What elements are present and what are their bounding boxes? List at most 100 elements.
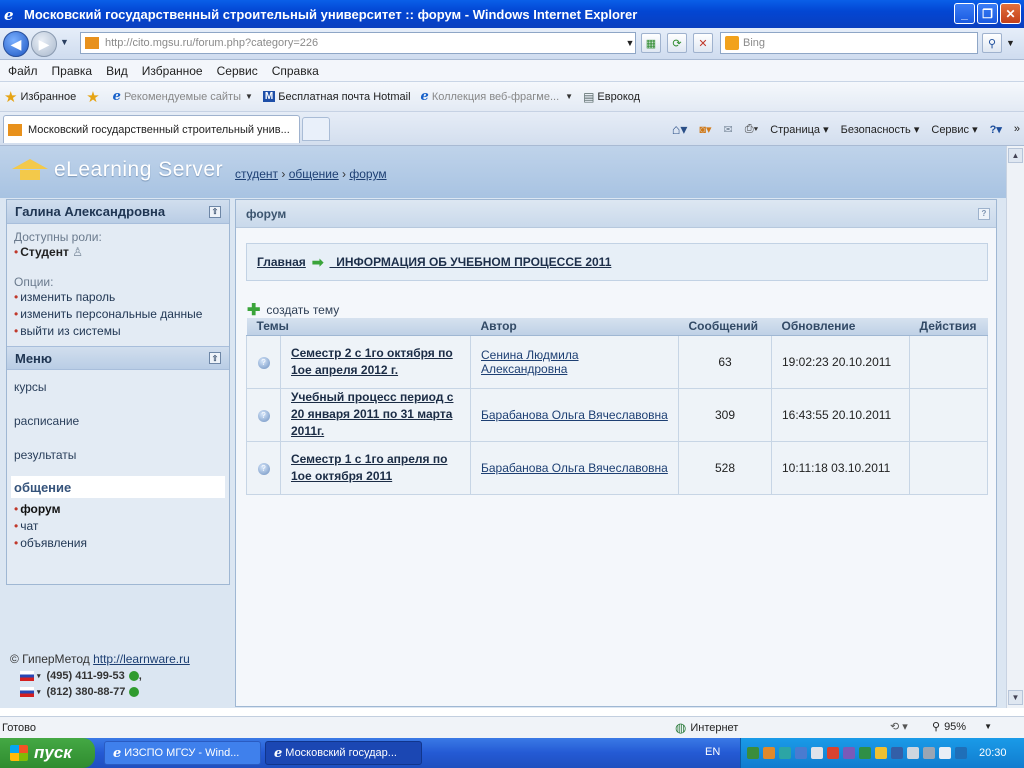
tray-app-icon[interactable] [747, 747, 759, 759]
author-link[interactable]: Барабанова Ольга Вячеславовна [481, 461, 668, 475]
column-topics[interactable]: Темы [246, 318, 471, 336]
compat-view-icon[interactable]: ▦ [641, 33, 661, 53]
site-logo[interactable]: eLearning Server [12, 158, 223, 182]
column-messages[interactable]: Сообщений [678, 318, 772, 336]
tray-app-icon[interactable] [891, 747, 903, 759]
scroll-up-icon[interactable]: ▲ [1008, 148, 1023, 163]
tray-app-icon[interactable] [907, 747, 919, 759]
forward-button[interactable]: ▶ [31, 31, 57, 57]
breadcrumb-communication[interactable]: общение [289, 167, 339, 181]
home-icon[interactable]: ⌂▾ [672, 121, 687, 138]
menu-file[interactable]: Файл [8, 64, 38, 78]
fav-hotmail[interactable]: M Бесплатная почта Hotmail [262, 91, 411, 103]
tray-app-icon[interactable] [779, 747, 791, 759]
collapse-menu-icon[interactable]: ⇧ [209, 352, 221, 364]
rss-icon[interactable]: ◙▾ [699, 123, 711, 136]
chevron-down-icon[interactable]: ▾ [37, 672, 41, 680]
vertical-scrollbar[interactable]: ▲ ▼ [1006, 146, 1024, 708]
author-link[interactable]: Сенина Людмила Александровна [481, 348, 579, 376]
fav-webslice-gallery[interactable]: e Коллекция веб-фрагме... ▼ [421, 89, 574, 104]
sidebar-item-communication[interactable]: общение [11, 476, 225, 498]
search-icon[interactable]: ⚲ [982, 33, 1002, 53]
search-input[interactable]: Bing [720, 32, 978, 54]
zoom-control[interactable]: ⚲ 95% ▼ [932, 720, 992, 734]
tray-app-icon[interactable] [859, 747, 871, 759]
add-favorite-button[interactable]: ★ [86, 88, 102, 106]
minimize-button[interactable]: _ [954, 3, 975, 24]
call-icon[interactable] [129, 687, 140, 697]
language-indicator[interactable]: EN [705, 746, 720, 758]
sidebar-item-courses[interactable]: курсы [7, 370, 229, 404]
help-icon[interactable]: ? [978, 207, 990, 220]
option-logout[interactable]: • выйти из системы [14, 323, 222, 340]
footer-link[interactable]: http://learnware.ru [93, 652, 190, 666]
chevron-down-icon[interactable]: ▾ [37, 688, 41, 696]
call-icon[interactable] [128, 671, 139, 681]
tray-app-icon[interactable] [827, 747, 839, 759]
forum-home-link[interactable]: Главная [257, 255, 306, 269]
help-icon[interactable]: ?▾ [990, 123, 1002, 136]
back-button[interactable]: ◀ [3, 31, 29, 57]
menu-tools[interactable]: Сервис [217, 64, 258, 78]
volume-icon[interactable] [955, 747, 967, 759]
security-zone[interactable]: ◍ Интернет [675, 720, 738, 736]
sidebar-item-schedule[interactable]: расписание [7, 404, 229, 438]
topic-link[interactable]: Семестр 2 с 1го октября по 1ое апреля 20… [291, 346, 453, 377]
menu-edit[interactable]: Правка [52, 64, 93, 78]
protected-mode-icon[interactable]: ⟲ ▾ [890, 720, 908, 733]
topic-link[interactable]: Семестр 1 с 1го апреля по 1ое октября 20… [291, 452, 447, 483]
page-menu[interactable]: Страница ▾ [770, 123, 828, 136]
url-field[interactable]: http://cito.mgsu.ru/forum.php?category=2… [80, 32, 636, 54]
favorites-button[interactable]: ★ Избранное [4, 88, 76, 106]
tray-app-icon[interactable] [939, 747, 951, 759]
search-options-icon[interactable]: ▼ [1006, 38, 1015, 48]
topic-link[interactable]: Учебный процесс период с 20 января 2011 … [291, 390, 453, 438]
url-dropdown-icon[interactable]: ▼ [620, 33, 640, 53]
print-icon[interactable]: ⎙▾ [745, 123, 758, 136]
more-icon[interactable]: » [1014, 123, 1020, 135]
role-item[interactable]: • Студент ♙ [14, 244, 222, 261]
start-button[interactable]: пуск [0, 738, 95, 768]
tab-title: Московский государственный строительный … [28, 123, 290, 136]
column-updated[interactable]: Обновление [771, 318, 910, 336]
stop-icon[interactable]: ✕ [693, 33, 713, 53]
taskbar-item-mgsu[interactable]: e Московский государ... [265, 741, 422, 765]
sidebar-item-results[interactable]: результаты [7, 438, 229, 472]
option-change-password[interactable]: • изменить пароль [14, 289, 222, 306]
fav-suggested-sites[interactable]: e Рекомендуемые сайты ▼ [113, 89, 253, 104]
system-tray: 20:30 [740, 738, 1024, 768]
submenu-announcements[interactable]: • объявления [14, 535, 222, 552]
maximize-button[interactable]: ❐ [977, 3, 998, 24]
mail-icon[interactable]: ✉ [724, 123, 733, 136]
menu-help[interactable]: Справка [272, 64, 319, 78]
tab-active[interactable]: Московский государственный строительный … [3, 115, 300, 143]
column-author[interactable]: Автор [470, 318, 679, 336]
breadcrumb-student[interactable]: студент [235, 167, 278, 181]
menu-view[interactable]: Вид [106, 64, 128, 78]
breadcrumb-forum[interactable]: форум [349, 167, 386, 181]
taskbar-item-izspo[interactable]: e ИЗСПО МГСУ - Wind... [104, 741, 261, 765]
submenu-chat[interactable]: • чат [14, 518, 222, 535]
tray-app-icon[interactable] [763, 747, 775, 759]
tray-app-icon[interactable] [795, 747, 807, 759]
tools-menu[interactable]: Сервис ▾ [931, 123, 977, 136]
option-change-personal-data[interactable]: • изменить персональные данные [14, 306, 222, 323]
table-row: ? Учебный процесс период с 20 января 201… [246, 387, 988, 442]
close-window-button[interactable]: ✕ [1000, 3, 1021, 24]
submenu-forum[interactable]: • форум [14, 501, 222, 518]
menu-favorites[interactable]: Избранное [142, 64, 203, 78]
tray-app-icon[interactable] [875, 747, 887, 759]
tray-app-icon[interactable] [811, 747, 823, 759]
tray-app-icon[interactable] [843, 747, 855, 759]
author-link[interactable]: Барабанова Ольга Вячеславовна [481, 408, 668, 422]
create-topic-button[interactable]: ✚ создать тему [247, 300, 339, 320]
fav-eurocode[interactable]: ▤ Еврокод [583, 90, 640, 104]
collapse-user-panel-icon[interactable]: ⇧ [209, 205, 221, 218]
tray-app-icon[interactable] [923, 747, 935, 759]
new-tab-button[interactable] [302, 117, 330, 141]
safety-menu[interactable]: Безопасность ▾ [841, 123, 920, 136]
forum-category-link[interactable]: _ИНФОРМАЦИЯ ОБ УЧЕБНОМ ПРОЦЕССЕ 2011 [330, 255, 612, 269]
refresh-icon[interactable]: ⟳ [667, 33, 687, 53]
scroll-down-icon[interactable]: ▼ [1008, 690, 1023, 705]
history-dropdown-icon[interactable]: ▼ [60, 37, 69, 47]
